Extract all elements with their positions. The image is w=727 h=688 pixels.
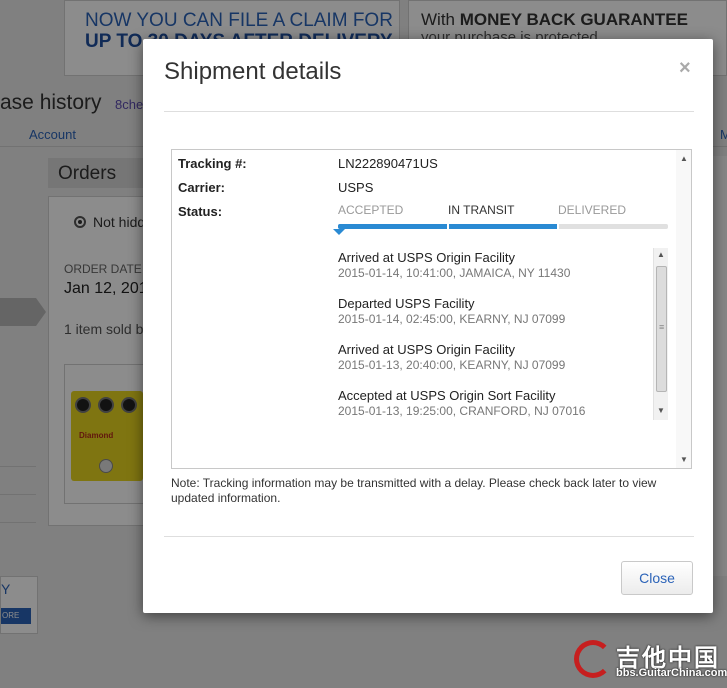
- carrier-value: USPS: [338, 180, 374, 195]
- panel-scrollbar[interactable]: ▲ ▼: [676, 150, 691, 468]
- guitar-logo-icon: [574, 640, 612, 678]
- close-button[interactable]: Close: [621, 561, 693, 595]
- scroll-down-icon[interactable]: ▼: [657, 406, 665, 415]
- scroll-down-icon[interactable]: ▼: [680, 455, 688, 464]
- scrollbar-thumb[interactable]: ≡: [656, 266, 667, 392]
- tracking-label: Tracking #:: [178, 156, 247, 171]
- event-detail: 2015-01-14, 10:41:00, JAMAICA, NY 11430: [338, 266, 571, 280]
- event-detail: 2015-01-13, 19:25:00, CRANFORD, NJ 07016: [338, 404, 586, 418]
- footer-divider: [164, 536, 694, 537]
- events-scrollbar[interactable]: ▲ ≡ ▼: [653, 248, 668, 420]
- step-accepted: ACCEPTED: [338, 203, 404, 217]
- tracking-events-list[interactable]: Arrived at USPS Origin Facility 2015-01-…: [338, 248, 668, 420]
- dialog-title: Shipment details: [164, 58, 342, 85]
- event-title: Arrived at USPS Origin Facility: [338, 342, 515, 357]
- event-title: Accepted at USPS Origin Sort Facility: [338, 388, 556, 403]
- tracking-note: Note: Tracking information may be transm…: [171, 476, 657, 505]
- carrier-label: Carrier:: [178, 180, 225, 195]
- tracking-event: Departed USPS Facility 2015-01-14, 02:45…: [338, 296, 648, 327]
- status-steps: ACCEPTED IN TRANSIT DELIVERED: [338, 203, 668, 217]
- event-title: Departed USPS Facility: [338, 296, 475, 311]
- status-progress-bar: [338, 224, 668, 229]
- current-step-pointer-icon: [333, 229, 345, 235]
- scroll-up-icon[interactable]: ▲: [657, 250, 665, 259]
- shipment-details-dialog: Shipment details × Tracking #: LN2228904…: [143, 39, 713, 613]
- step-delivered: DELIVERED: [558, 203, 627, 217]
- progress-separator: [557, 224, 559, 229]
- close-icon[interactable]: ×: [679, 57, 691, 80]
- status-label: Status:: [178, 204, 223, 219]
- tracking-panel[interactable]: Tracking #: LN222890471US Carrier: USPS …: [171, 149, 692, 469]
- watermark-url: bbs.GuitarChina.com: [616, 667, 727, 679]
- event-detail: 2015-01-13, 20:40:00, KEARNY, NJ 07099: [338, 358, 566, 372]
- scroll-up-icon[interactable]: ▲: [680, 154, 688, 163]
- event-detail: 2015-01-14, 02:45:00, KEARNY, NJ 07099: [338, 312, 566, 326]
- grip-icon: ≡: [659, 322, 665, 332]
- step-in-transit: IN TRANSIT: [448, 203, 515, 217]
- progress-separator: [447, 224, 449, 229]
- watermark: 吉他中国 bbs.GuitarChina.com: [572, 638, 727, 684]
- tracking-event: Arrived at USPS Origin Facility 2015-01-…: [338, 250, 648, 281]
- tracking-event: Arrived at USPS Origin Facility 2015-01-…: [338, 342, 648, 373]
- header-divider: [164, 111, 694, 112]
- tracking-number: LN222890471US: [338, 156, 438, 171]
- event-title: Arrived at USPS Origin Facility: [338, 250, 515, 265]
- tracking-event: Accepted at USPS Origin Sort Facility 20…: [338, 388, 648, 419]
